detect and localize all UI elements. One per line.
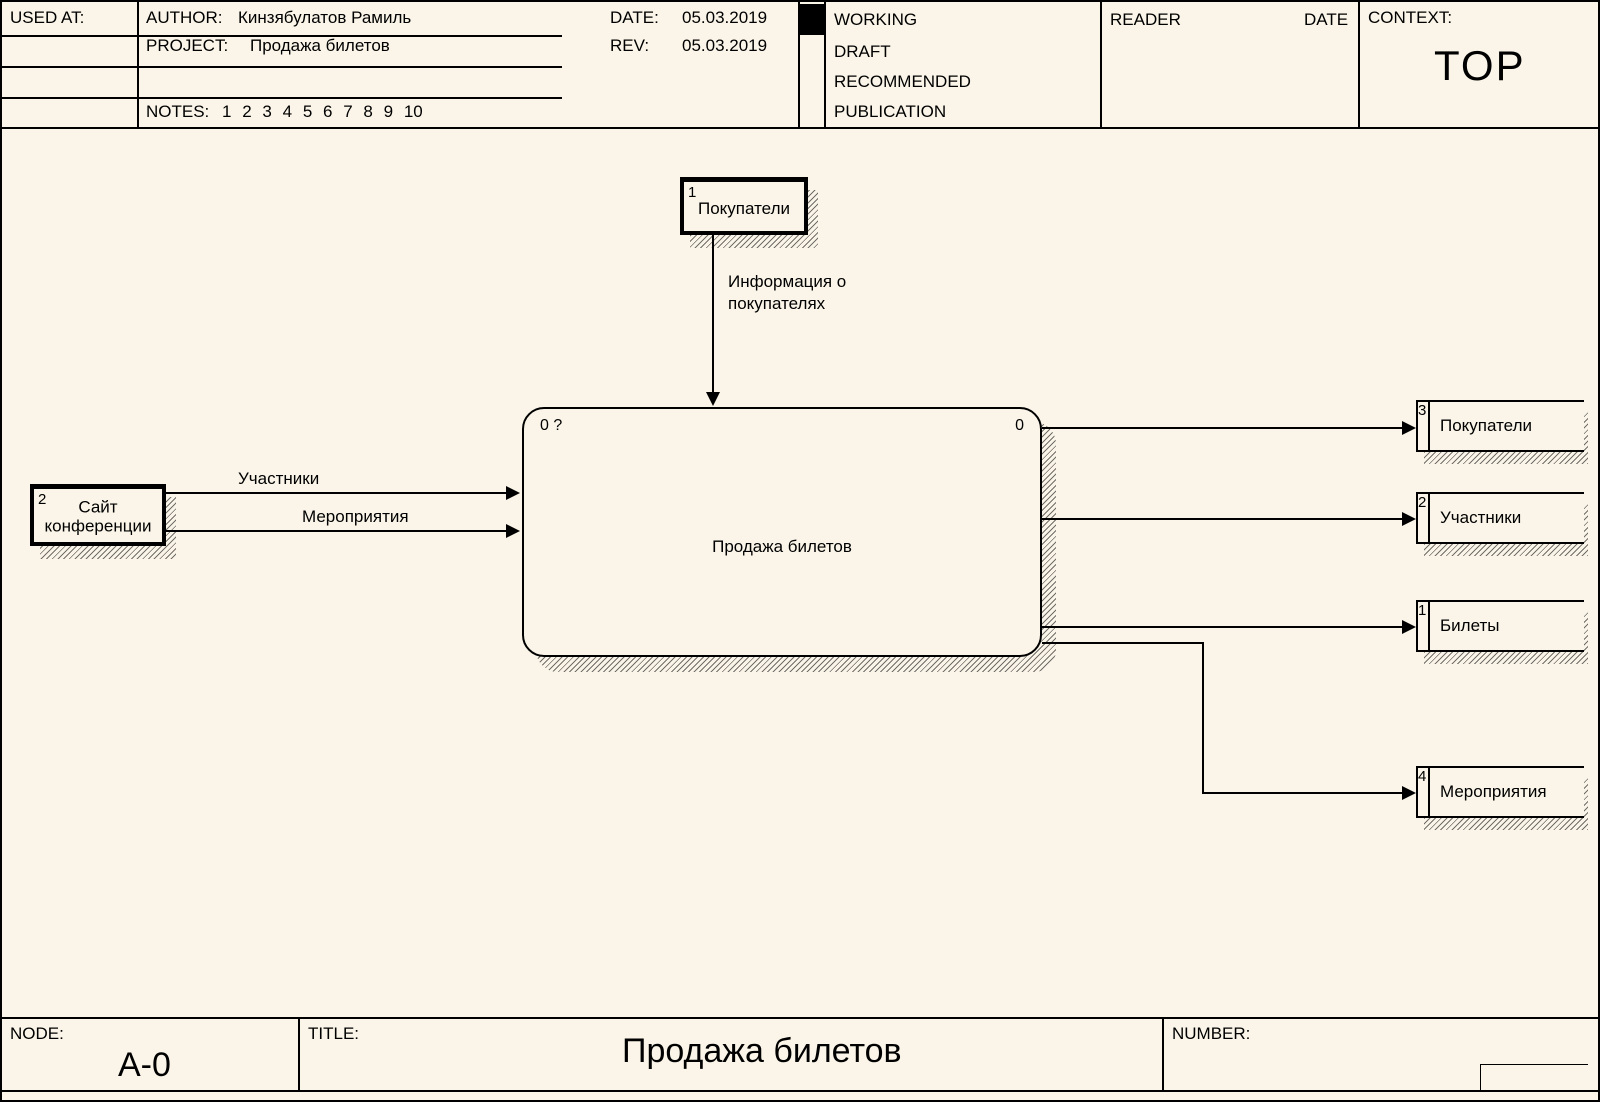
title-value: Продажа билетов: [622, 1032, 902, 1071]
arrow-out-tickets-head: [1402, 620, 1416, 634]
refbox-participants-num: 2: [1418, 494, 1426, 511]
process-corner-right: 0: [1015, 417, 1024, 435]
participants-arrow-line: [166, 492, 508, 494]
arrow-out-participants: [1042, 518, 1404, 520]
note-6: 6: [323, 102, 332, 121]
note-9: 9: [384, 102, 393, 121]
note-8: 8: [363, 102, 372, 121]
status-marker: [800, 4, 824, 35]
refbox-tickets: 1 Билеты: [1416, 600, 1584, 652]
arrow-out-tickets: [1042, 626, 1404, 628]
refbox-events-label: Мероприятия: [1440, 782, 1547, 802]
refbox-events: 4 Мероприятия: [1416, 766, 1584, 818]
note-7: 7: [343, 102, 352, 121]
refbox-buyers-num: 3: [1418, 402, 1426, 419]
refbox-buyers-label: Покупатели: [1440, 416, 1532, 436]
control-arrow-label-2: покупателях: [728, 294, 825, 314]
events-arrow-label: Мероприятия: [302, 507, 409, 527]
buyers-box: 1 Покупатели: [680, 177, 808, 235]
note-5: 5: [303, 102, 312, 121]
rev-label: REV:: [610, 36, 649, 56]
status-publication: PUBLICATION: [834, 102, 946, 122]
participants-arrow-label: Участники: [238, 469, 319, 489]
refbox-buyers: 3 Покупатели: [1416, 400, 1584, 452]
number-label: NUMBER:: [1172, 1024, 1250, 1044]
refbox-participants-label: Участники: [1440, 508, 1521, 528]
title-label: TITLE:: [308, 1024, 359, 1044]
rev-value: 05.03.2019: [682, 36, 767, 56]
footer-minibox: [1480, 1064, 1588, 1090]
control-arrow-head: [706, 392, 720, 406]
arrow-out-events-h2: [1202, 792, 1404, 794]
project-label: PROJECT:: [146, 36, 228, 56]
note-4: 4: [283, 102, 292, 121]
site-label-1: Сайт: [78, 497, 117, 516]
refbox-tickets-label: Билеты: [1440, 616, 1499, 636]
events-arrow-line: [166, 530, 508, 532]
arrow-out-buyers: [1042, 427, 1404, 429]
process-box: 0 ? 0 Продажа билетов: [522, 407, 1042, 657]
notes-label: NOTES:: [146, 102, 209, 122]
refbox-participants: 2 Участники: [1416, 492, 1584, 544]
control-arrow-line: [712, 235, 714, 395]
status-draft: DRAFT: [834, 42, 891, 62]
process-label: Продажа билетов: [712, 537, 852, 557]
buyers-label: Покупатели: [698, 199, 790, 219]
date-label: DATE:: [610, 8, 659, 28]
arrow-out-events-head: [1402, 786, 1416, 800]
note-1: 1: [222, 102, 231, 121]
reader-label: READER: [1110, 10, 1181, 30]
date-value: 05.03.2019: [682, 8, 767, 28]
context-label: CONTEXT:: [1368, 8, 1452, 28]
refbox-tickets-num: 1: [1418, 602, 1426, 619]
node-value: A-0: [118, 1046, 171, 1085]
refbox-events-num: 4: [1418, 768, 1426, 785]
process-corner-left: 0 ?: [540, 417, 562, 435]
arrow-out-events-h1: [1042, 642, 1202, 644]
context-value: TOP: [1434, 42, 1526, 90]
arrow-out-buyers-head: [1402, 421, 1416, 435]
node-label: NODE:: [10, 1024, 64, 1044]
arrow-out-events-v: [1202, 642, 1204, 792]
reader-date-label: DATE: [1304, 10, 1348, 30]
participants-arrow-head: [506, 486, 520, 500]
project-value: Продажа билетов: [250, 36, 390, 56]
used-at-label: USED AT:: [10, 8, 84, 28]
arrow-out-participants-head: [1402, 512, 1416, 526]
status-recommended: RECOMMENDED: [834, 72, 971, 92]
idef0-frame: USED AT: AUTHOR: Кинзябулатов Рамиль PRO…: [0, 0, 1600, 1102]
buyers-num: 1: [688, 184, 696, 201]
site-box: 2 Сайт конференции: [30, 484, 166, 546]
author-value: Кинзябулатов Рамиль: [238, 8, 411, 28]
note-10: 10: [404, 102, 423, 121]
status-working: WORKING: [834, 10, 917, 30]
events-arrow-head: [506, 524, 520, 538]
site-label-2: конференции: [45, 517, 152, 536]
note-3: 3: [262, 102, 271, 121]
control-arrow-label-1: Информация о: [728, 272, 846, 292]
author-label: AUTHOR:: [146, 8, 223, 28]
note-2: 2: [242, 102, 251, 121]
notes-numbers: 1 2 3 4 5 6 7 8 9 10: [222, 102, 429, 122]
